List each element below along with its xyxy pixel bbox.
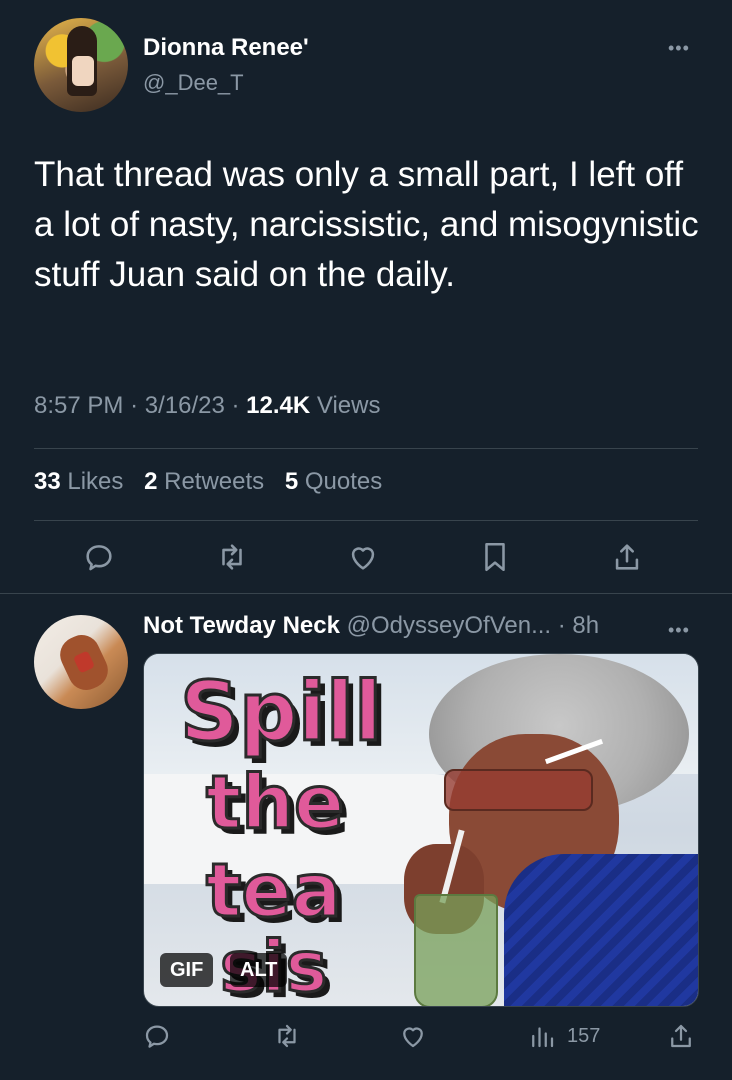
tweet-text: That thread was only a small part, I lef… [34,155,699,294]
tweet-date[interactable]: 3/16/23 [145,392,225,419]
reply-like-button[interactable] [398,1018,428,1054]
reply-icon [145,1025,169,1048]
divider [34,448,698,449]
likes-label: Likes [67,468,124,495]
reply-header: Not Tewday Neck @OdysseyOfVen... · 8h [143,612,599,640]
retweets-stat[interactable]: 2 Retweets [144,468,264,495]
gif-badge[interactable]: GIF [160,953,214,987]
quotes-label: Quotes [304,468,383,495]
author-name[interactable]: Dionna Renee' [143,34,309,62]
reply-reply-button[interactable] [142,1018,172,1054]
gif-dress [504,854,698,1006]
bookmark-icon [485,542,505,572]
quotes-count: 5 [284,468,299,495]
gif-media[interactable]: Spill the tea sis GIF ALT [143,653,699,1007]
reply-share-button[interactable] [666,1018,696,1054]
likes-stat[interactable]: 33 Likes [34,468,123,495]
share-icon [671,1024,691,1048]
reply-retweet-button[interactable] [272,1018,302,1054]
views-label: Views [316,392,381,419]
reply-button[interactable] [82,540,122,580]
retweet-button[interactable] [215,540,255,580]
gif-cup [414,894,498,1006]
more-icon[interactable]: ••• [668,620,690,641]
gif-caption-line: the [204,760,345,846]
retweets-label: Retweets [164,468,265,495]
more-icon[interactable]: ••• [668,38,690,59]
reply-author-name[interactable]: Not Tewday Neck [143,612,340,639]
reply-icon [86,545,112,571]
likes-count: 33 [34,468,61,495]
retweet-icon [278,1024,296,1048]
meta-separator: · [557,612,573,639]
divider [34,520,698,521]
retweets-count: 2 [144,468,158,495]
tweet-time[interactable]: 8:57 PM [34,392,123,419]
share-button[interactable] [610,540,650,580]
bookmark-button[interactable] [478,540,518,580]
views-count: 12.4K [246,392,311,419]
author-handle[interactable]: @_Dee_T [143,70,244,96]
author-avatar[interactable] [34,18,128,112]
gif-sunglasses [444,769,593,811]
section-divider [0,593,732,594]
like-icon [403,1027,423,1048]
meta-separator: · [231,392,247,419]
share-icon [615,544,639,570]
meta-separator: · [130,392,145,419]
reply-author-avatar[interactable] [34,615,128,709]
reply-time[interactable]: 8h [572,612,599,639]
retweet-icon [222,544,242,570]
gif-caption-line: tea [205,848,343,934]
reply-views-button[interactable]: 157 [527,1018,600,1054]
tweet-meta: 8:57 PM · 3/16/23 · 12.4K Views [34,392,380,420]
quotes-stat[interactable]: 5 Quotes [285,468,382,495]
views-icon [532,1027,554,1048]
reply-views-count: 157 [567,1024,601,1047]
reply-author-handle[interactable]: @OdysseyOfVen... [347,612,551,639]
like-button[interactable] [346,540,386,580]
alt-badge[interactable]: ALT [230,953,288,987]
avatar-torso [72,56,94,86]
like-icon [351,547,375,570]
tweet-stats: 33 Likes 2 Retweets 5 Quotes [34,468,396,496]
gif-caption-line: Spill [178,665,383,760]
